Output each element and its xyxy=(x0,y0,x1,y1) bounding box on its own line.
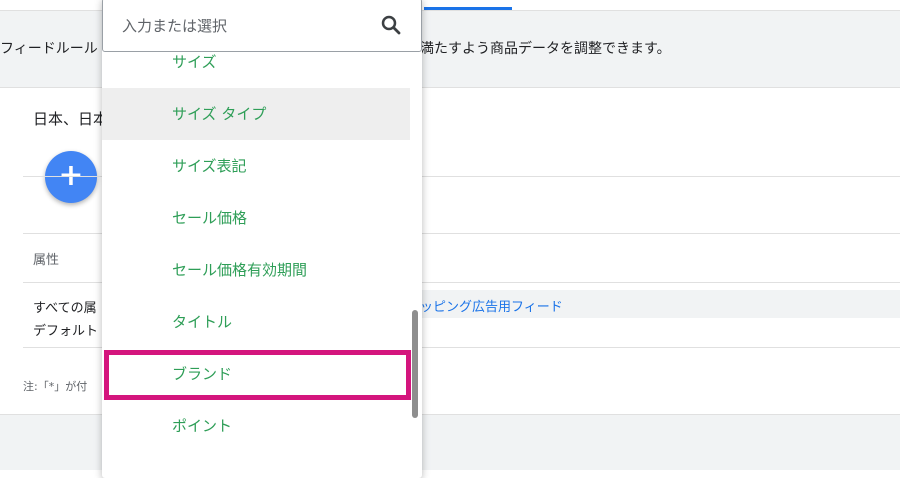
attribute-column-header: 属性 xyxy=(33,253,60,268)
dropdown-option-sale-price-effective-date[interactable]: セール価格有効期間 xyxy=(102,244,410,296)
option-label: セール価格 xyxy=(172,209,248,227)
banner-text-left: フィードルール xyxy=(0,41,98,57)
dropdown-option-points[interactable]: ポイント xyxy=(102,400,410,452)
dropdown-option-title[interactable]: タイトル xyxy=(102,296,410,348)
option-label: サイズ タイプ xyxy=(172,105,267,123)
dropdown-option-sale-price[interactable]: セール価格 xyxy=(102,192,410,244)
source-feed-chip[interactable]: ッピング広告用フィード xyxy=(420,290,900,318)
dropdown-option-size-type[interactable]: サイズ タイプ xyxy=(102,88,410,140)
attribute-dropdown[interactable]: サイズ サイズ タイプ サイズ表記 セール価格 セール価格有効期間 タイトル ブ… xyxy=(102,0,422,478)
brand-option-highlight xyxy=(104,350,411,400)
add-rule-button[interactable]: + xyxy=(45,151,97,203)
row-text-default: デフォルト xyxy=(33,324,99,339)
footnote: 注:「*」が付 xyxy=(23,380,88,393)
option-label: サイズ xyxy=(172,53,217,71)
search-icon[interactable] xyxy=(379,13,403,37)
option-label: タイトル xyxy=(172,313,233,331)
target-country-text: 日本、日本 xyxy=(33,110,109,128)
dropdown-option-size-system[interactable]: サイズ表記 xyxy=(102,140,410,192)
option-label: セール価格有効期間 xyxy=(172,261,308,279)
option-label: ポイント xyxy=(172,417,233,435)
dropdown-scrollbar[interactable] xyxy=(412,310,418,418)
row-text-all-attributes: すべての属 xyxy=(33,301,97,316)
dropdown-option-size[interactable]: サイズ xyxy=(102,36,410,88)
source-feed-link[interactable]: ッピング広告用フィード xyxy=(420,296,563,315)
option-label: サイズ表記 xyxy=(172,157,247,175)
banner-text-right: 満たすよう商品データを調整できます。 xyxy=(420,41,671,57)
